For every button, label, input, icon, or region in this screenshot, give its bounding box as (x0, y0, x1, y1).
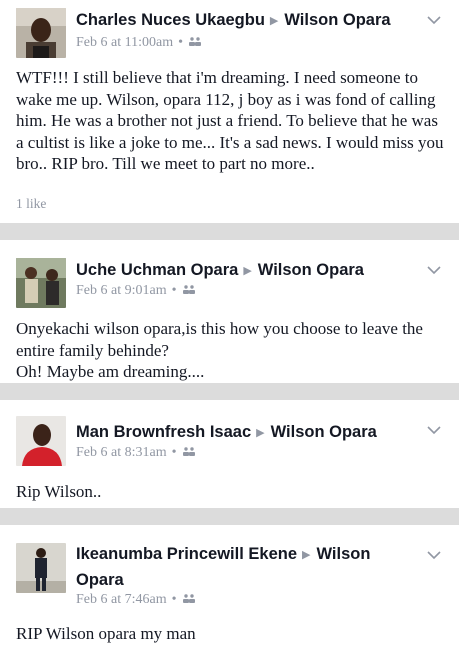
timestamp[interactable]: Feb 6 at 8:31am (76, 445, 167, 460)
divider (0, 383, 459, 400)
timestamp[interactable]: Feb 6 at 9:01am (76, 283, 167, 298)
friends-audience-icon (182, 444, 196, 462)
separator-dot: • (178, 35, 183, 51)
triangle-right-icon: ▶ (302, 549, 311, 561)
target-name[interactable]: Wilson Opara (271, 423, 377, 441)
comment-text: RIP Wilson opara my man (16, 624, 196, 643)
comment-text: Rip Wilson.. (16, 482, 102, 501)
comment-card: Ikeanumba Princewill Ekene ▶ Wilson Opara … (0, 525, 459, 657)
author-name[interactable]: Uche Uchman Opara (76, 261, 238, 279)
post-meta: Feb 6 at 11:00am • (76, 34, 202, 52)
avatar[interactable] (16, 258, 66, 308)
comment-text: WTF!!! I still believe that i'm dreaming… (16, 68, 444, 173)
chevron-down-icon[interactable] (427, 260, 441, 275)
author-name[interactable]: Man Brownfresh Isaac (76, 423, 251, 441)
divider (0, 508, 459, 525)
chevron-down-icon[interactable] (427, 545, 441, 560)
timestamp[interactable]: Feb 6 at 7:46am (76, 592, 167, 607)
avatar[interactable] (16, 8, 66, 58)
friends-audience-icon (182, 282, 196, 300)
separator-dot: • (171, 592, 177, 608)
post-meta: Feb 6 at 8:31am • (76, 444, 196, 462)
chevron-down-icon[interactable] (427, 10, 441, 25)
comment-card: Charles Nuces Ukaegbu ▶ Wilson Opara Feb 6… (0, 0, 459, 223)
like-count[interactable]: 1 like (16, 196, 46, 212)
avatar[interactable] (16, 416, 66, 466)
comment-text: Onyekachi wilson opara,is this how you c… (16, 319, 423, 381)
target-name[interactable]: Wilson Opara (258, 261, 364, 279)
friends-audience-icon (188, 34, 202, 52)
divider (0, 223, 459, 240)
comment-card: Uche Uchman Opara ▶ Wilson Opara Feb 6 at … (0, 240, 459, 383)
timestamp[interactable]: Feb 6 at 11:00am (76, 35, 173, 50)
author-name[interactable]: Ikeanumba Princewill Ekene (76, 545, 297, 563)
comment-card: Man Brownfresh Isaac ▶ Wilson Opara Feb 6 … (0, 400, 459, 508)
author-name[interactable]: Charles Nuces Ukaegbu (76, 11, 265, 29)
triangle-right-icon: ▶ (269, 15, 279, 27)
avatar[interactable] (16, 543, 66, 593)
triangle-right-icon: ▶ (243, 265, 252, 277)
separator-dot: • (171, 283, 177, 299)
post-meta: Feb 6 at 9:01am • (76, 282, 196, 300)
separator-dot: • (171, 445, 177, 461)
triangle-right-icon: ▶ (256, 427, 265, 439)
target-name[interactable]: Wilson Opara (284, 11, 390, 29)
chevron-down-icon[interactable] (427, 420, 441, 435)
post-meta: Feb 6 at 7:46am • (76, 591, 196, 609)
comment-feed: Charles Nuces Ukaegbu ▶ Wilson Opara Feb 6… (0, 0, 459, 657)
friends-audience-icon (182, 591, 196, 609)
